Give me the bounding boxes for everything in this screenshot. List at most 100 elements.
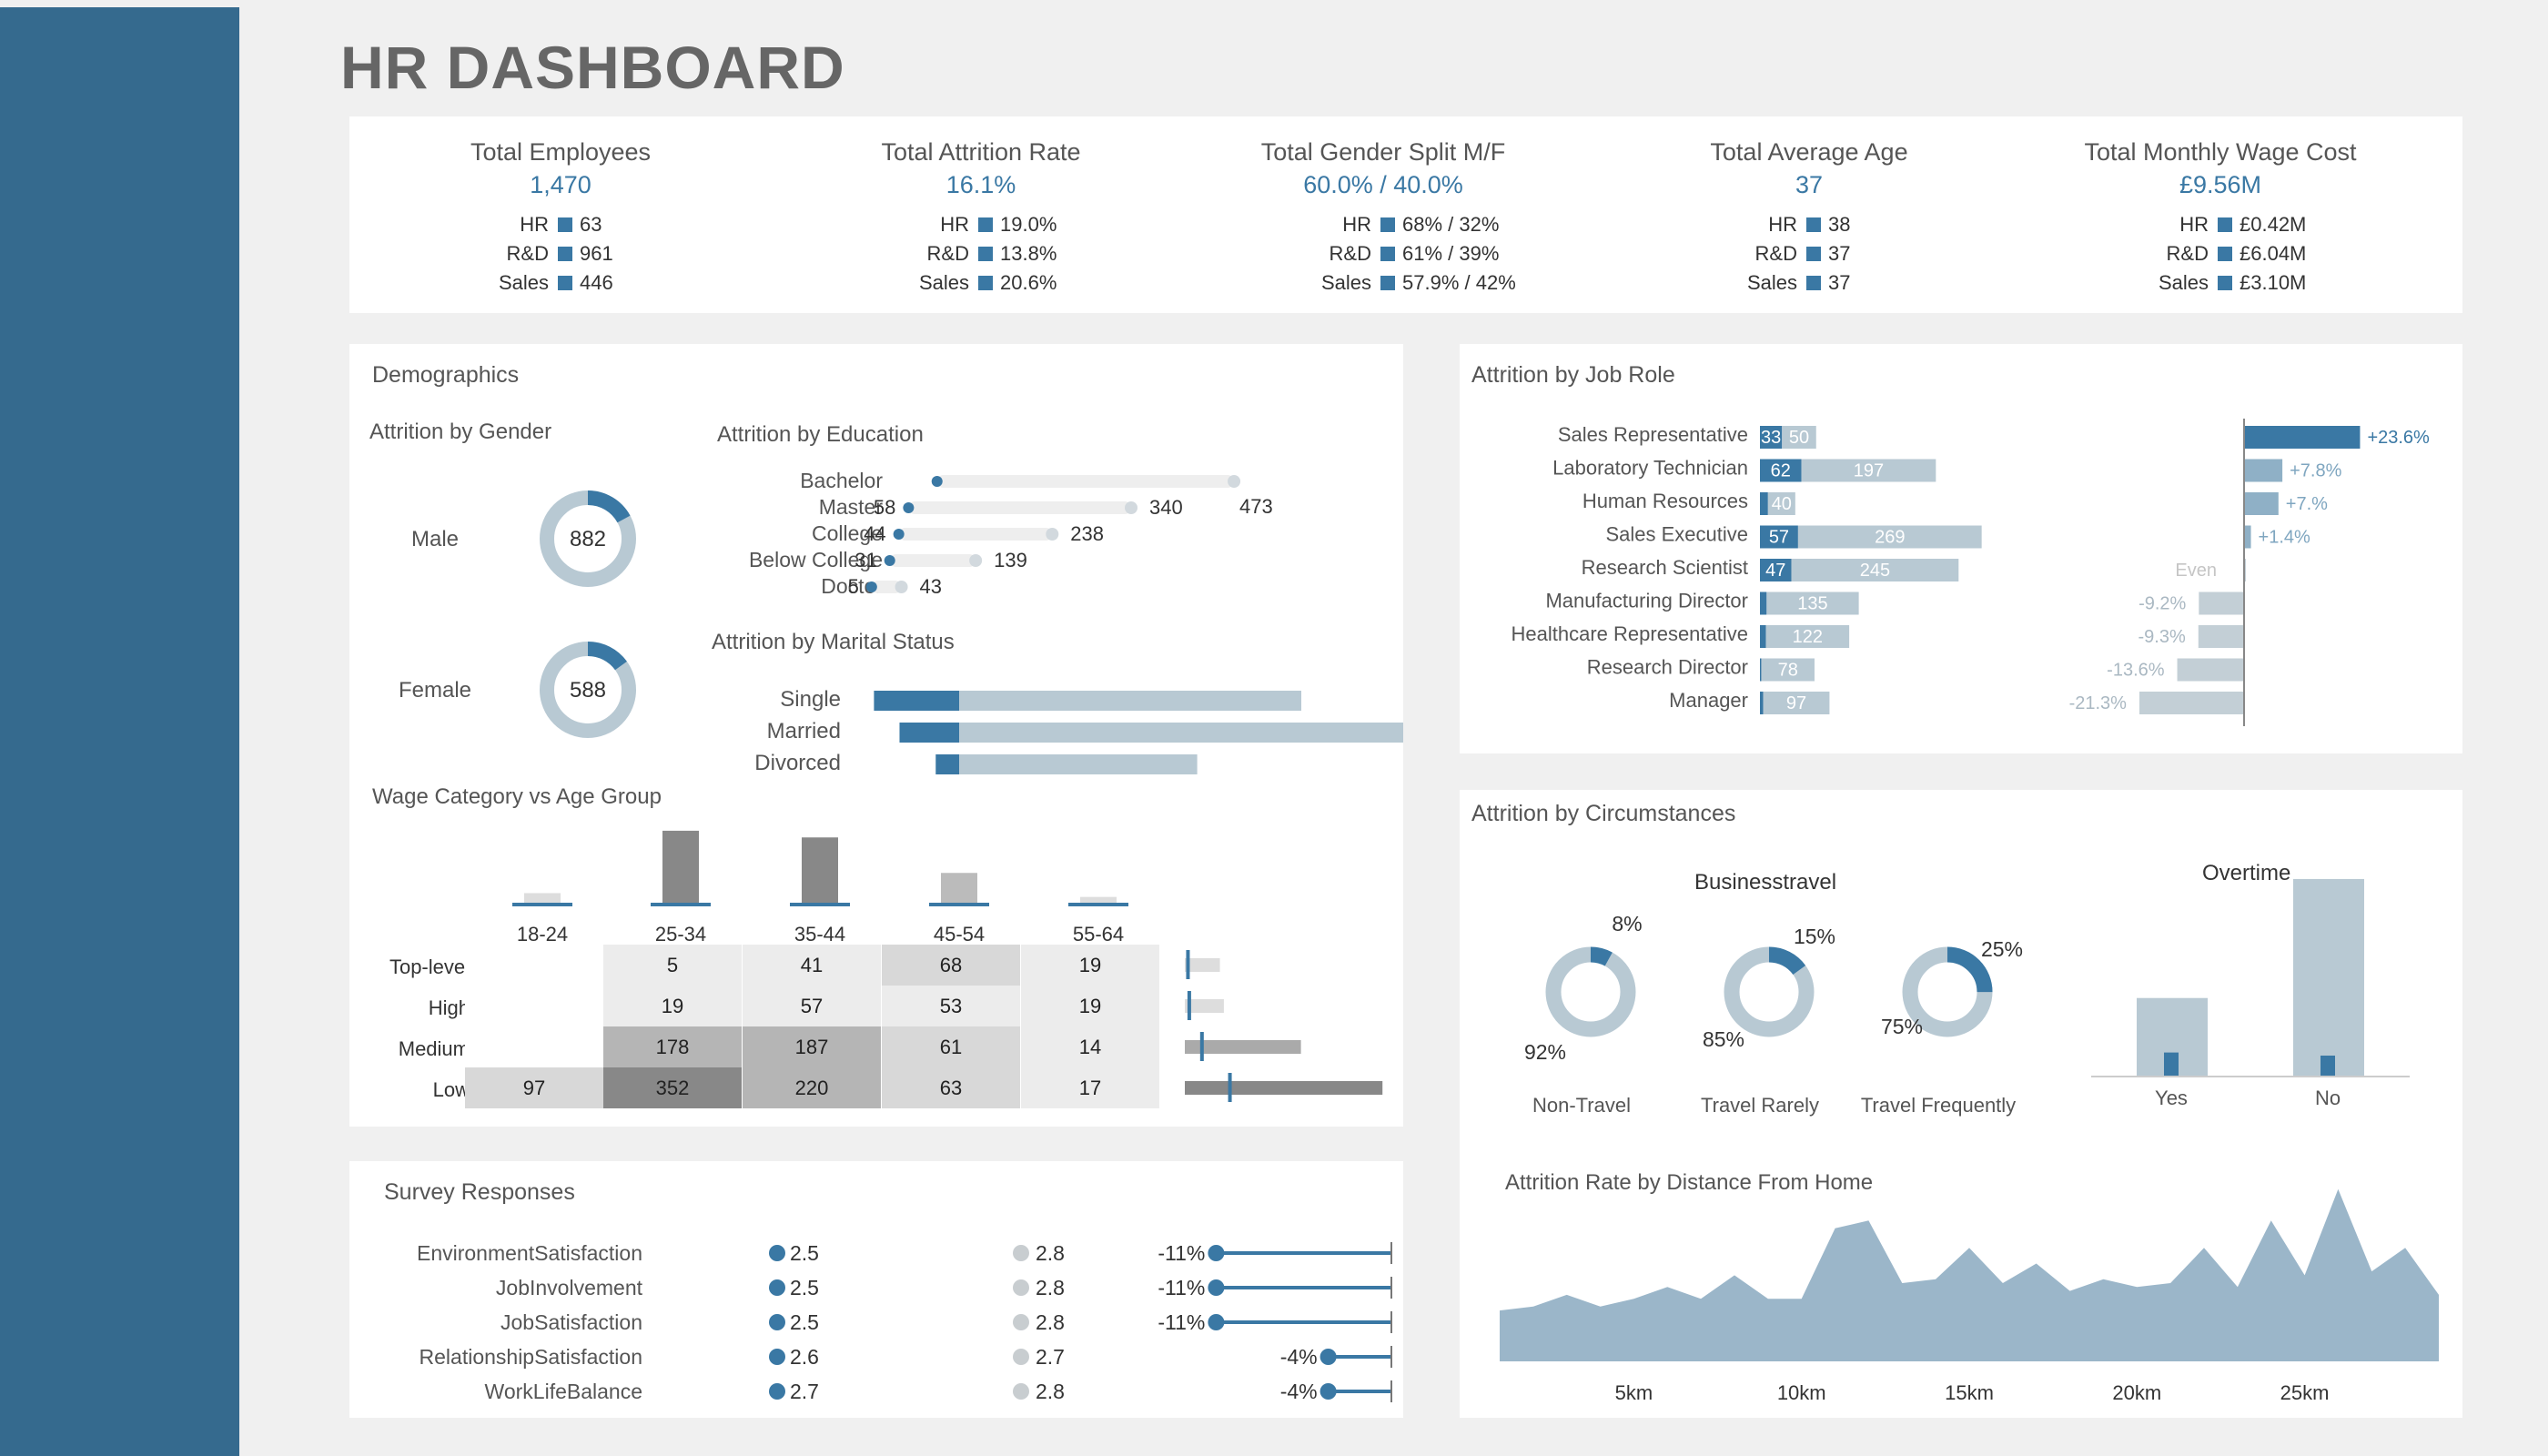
education-total-dot [1228,475,1241,488]
kpi-legend-square [978,276,993,290]
kpi-legend-square [978,247,993,261]
marital-label: Married [767,719,841,743]
kpi-breakdown-row: Sales 57.9% / 42% [1174,271,1592,298]
job-role-diff-label: -9.3% [2138,627,2186,647]
survey-label: RelationshipSatisfaction [420,1345,642,1369]
education-total-dot [1046,528,1059,541]
job-role-label: Research Director [1587,656,1748,679]
job-role-stayed-label: 197 [1854,461,1884,481]
heatmap-value: 19 [662,995,683,1017]
kpi-title: Total Monthly Wage Cost [2084,138,2357,166]
kpi-legend-square [1806,247,1821,261]
kpi-title: Total Employees [470,138,652,166]
heatmap-value: 19 [1079,995,1101,1017]
survey-axis-tick [1390,1242,1392,1264]
wage-category-label: High [429,996,470,1019]
heatmap-value: 19 [1079,954,1101,976]
wage-category-label: Medium [399,1037,470,1060]
job-role-diff-label: Even [2175,561,2217,581]
distance-tick-label: 20km [2112,1381,2161,1404]
age-group-attrition-marker [790,903,850,906]
job-role-attrited-bar [1760,692,1764,714]
age-group-attrition-marker [1068,903,1128,906]
overtime-attrited-bar [2320,1056,2335,1076]
wage-attrition-marker [1186,950,1190,979]
circumstances-chart-area: 8% 92% Non-Travel 15% 85% Travel Rarely 25% 75%… [1500,878,2439,1404]
age-group-label: 45-54 [934,923,985,945]
marital-label: Divorced [754,751,841,775]
job-role-attrited-label: 47 [1765,561,1785,581]
heatmap-value: 14 [1079,1036,1101,1058]
wage-attrition-marker [1199,1032,1204,1061]
job-role-diff-bar [2244,525,2251,549]
job-role-stayed-label: 97 [1786,693,1806,713]
job-role-label: Manufacturing Director [1545,590,1748,612]
job-role-diff-label: +7.% [2286,494,2328,514]
kpi-breakdown-value: 37 [1828,242,1851,265]
kpi-legend-square [558,276,572,290]
kpi-breakdown-row: Sales 446 [351,271,770,298]
heatmap-value: 57 [801,995,823,1017]
overtime-label: No [2315,1087,2341,1109]
survey-axis-tick [1390,1277,1392,1299]
distance-tick-label: 15km [1945,1381,1994,1404]
education-total-label: 139 [994,549,1027,571]
gender-total: 588 [570,678,606,703]
survey-diff-bar [1328,1390,1392,1393]
survey-stayed-value: 2.8 [1036,1276,1065,1299]
kpi-breakdown-value: 961 [580,242,613,265]
kpi-breakdown-value: 38 [1828,213,1851,236]
survey-attrited-value: 2.5 [790,1276,819,1299]
distance-tick-label: 25km [2280,1381,2330,1404]
job-role-diff-bar [2177,658,2244,682]
survey-label: WorkLifeBalance [485,1380,642,1403]
kpi-legend-square [2218,217,2232,232]
kpi-breakdown-label: R&D [1754,242,1797,265]
survey-attrited-dot [769,1245,785,1261]
kpi-breakdown-value: 446 [580,271,613,294]
kpi-breakdown-value: 37 [1828,271,1851,294]
survey-stayed-dot [1013,1383,1029,1400]
kpi-breakdown-row: R&D 961 [351,242,770,269]
education-range [898,528,1053,541]
job-role-stayed-label: 135 [1797,594,1827,614]
age-group-attrition-marker [512,903,572,906]
survey-axis-tick [1390,1311,1392,1333]
survey-stayed-dot [1013,1279,1029,1296]
job-role-label: Research Scientist [1582,556,1748,579]
heatmap-value: 61 [940,1036,962,1058]
kpi-title: Total Average Age [1710,138,1908,166]
kpi-breakdown-value: £0.42M [2240,213,2307,236]
education-attrited-label: 58 [874,496,895,519]
distance-tick-label: 10km [1777,1381,1826,1404]
survey-attrited-value: 2.6 [790,1345,819,1369]
survey-axis-tick [1390,1346,1392,1368]
survey-stayed-dot [1013,1314,1029,1330]
job-role-diff-label: -21.3% [2069,693,2128,713]
heatmap-value: 68 [940,954,962,976]
heatmap-value: 97 [523,1077,545,1099]
kpi-breakdown-row: Sales 20.6% [772,271,1190,298]
education-range [936,475,1235,488]
overtime-baseline [2091,1076,2410,1077]
survey-stayed-value: 2.8 [1036,1310,1065,1334]
marital-attrited-bar [899,723,959,743]
heatmap-value: 17 [1079,1077,1101,1099]
kpi-breakdown-row: HR 63 [351,213,770,240]
kpi-breakdown-label: HR [940,213,969,236]
survey-diff-dot [1320,1383,1337,1400]
kpi-breakdown-label: HR [520,213,549,236]
job-role-stayed-label: 269 [1875,528,1905,548]
kpi-breakdown-label: Sales [2158,271,2209,294]
marital-total-bar [959,723,1403,743]
gender-label: Male [411,527,459,551]
wage-attrition-marker [1228,1073,1232,1102]
job-role-attrited-label: 33 [1761,428,1781,448]
survey-diff-bar [1216,1286,1392,1289]
age-group-bar [662,830,699,906]
job-role-label: Sales Representative [1558,423,1748,446]
job-role-diff-label: +7.8% [2290,461,2341,481]
survey-label: EnvironmentSatisfaction [417,1241,642,1265]
kpi-value: 37 [1795,171,1824,198]
job-role-diff-bar [2198,625,2244,648]
